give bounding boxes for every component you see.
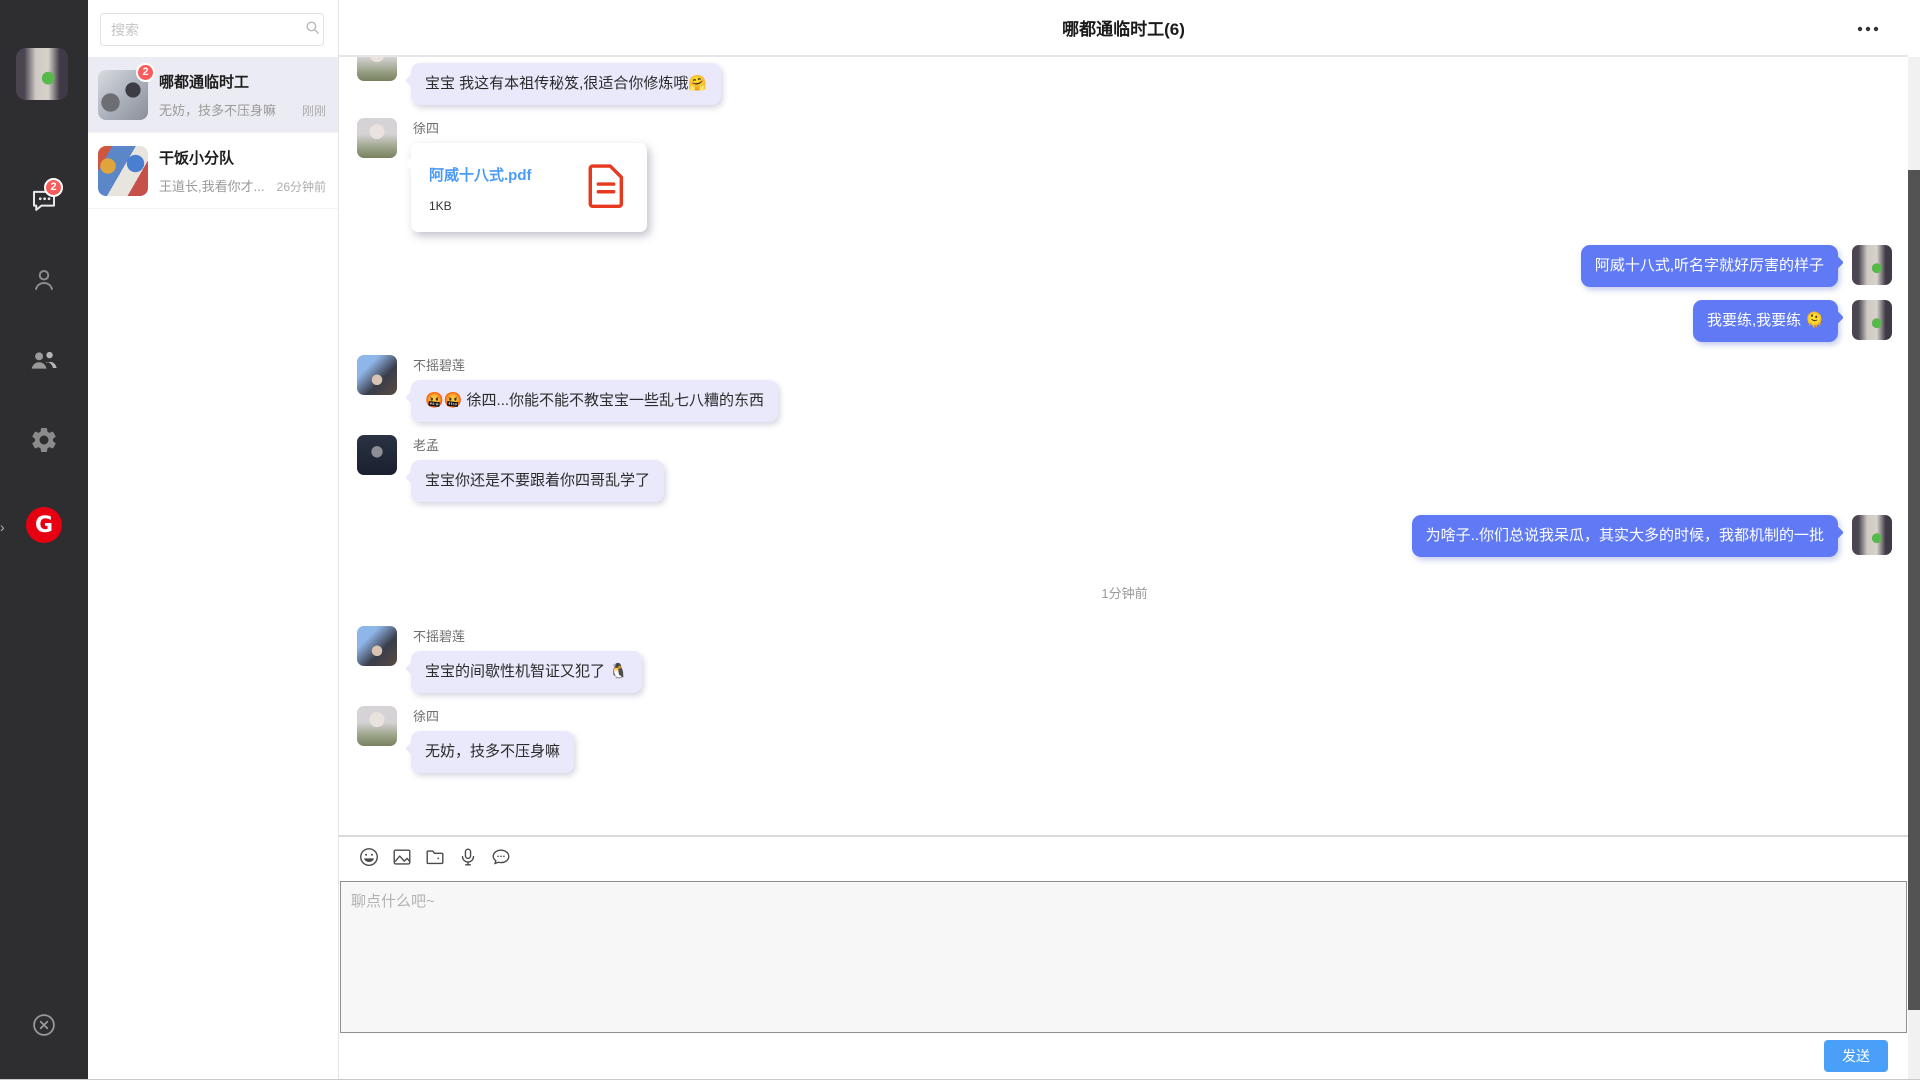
message-sender-name: 徐四 (413, 118, 647, 137)
chat-list-panel: 2 哪都通临时工 无妨，技多不压身嘛 刚刚 干饭小分队 王道长,我看你才... … (88, 0, 338, 1079)
chat-unread-badge: 2 (44, 178, 63, 197)
message-sender-name: 不摇碧莲 (413, 355, 778, 374)
scrollbar-track (1908, 57, 1920, 1079)
chat-list-item[interactable]: 干饭小分队 王道长,我看你才... 26分钟前 (88, 133, 338, 209)
person-icon (29, 265, 59, 295)
message-avatar[interactable] (357, 706, 397, 746)
composer (340, 881, 1907, 1033)
chat-meta: 干饭小分队 王道长,我看你才... 26分钟前 (159, 147, 326, 195)
conversation-title: 哪都通临时工(6) (1062, 15, 1185, 40)
settings-nav-button[interactable] (27, 423, 61, 457)
message-avatar[interactable] (357, 57, 397, 81)
message-bubble: 无妨，技多不压身嘛 (411, 731, 574, 773)
chat-meta: 哪都通临时工 无妨，技多不压身嘛 刚刚 (159, 71, 326, 119)
message-avatar[interactable] (357, 435, 397, 475)
message-sender-name: 老孟 (413, 435, 664, 454)
chat-last-message: 无妨，技多不压身嘛 (159, 100, 296, 119)
emoji-button[interactable] (356, 846, 382, 872)
scrollbar-thumb[interactable] (1908, 170, 1920, 1010)
group-avatar (98, 146, 148, 196)
chat-last-message: 王道长,我看你才... (159, 176, 271, 195)
nav-sidebar: 2 (0, 0, 88, 1079)
message-bubble: 我要练,我要练 🫠 (1693, 300, 1838, 342)
message-bubble: 宝宝的间歇性机智证又犯了 🐧 (411, 651, 642, 693)
file-name: 阿威十八式.pdf (429, 164, 567, 185)
send-file-button[interactable] (422, 846, 448, 872)
chat-time: 刚刚 (302, 102, 326, 119)
send-image-button[interactable] (389, 846, 415, 872)
message-bubble: 为啥子..你们总说我呆瓜，其实大多的时候，我都机制的一批 (1412, 515, 1838, 557)
search-input[interactable] (101, 22, 302, 38)
message-sender-name: 徐四 (413, 706, 574, 725)
ellipsis-icon (1857, 19, 1879, 37)
chat-list-item[interactable]: 2 哪都通临时工 无妨，技多不压身嘛 刚刚 (88, 57, 338, 133)
app-logo-g[interactable]: G (26, 507, 62, 543)
message-avatar[interactable] (357, 118, 397, 158)
message-input[interactable] (340, 881, 1907, 1033)
groups-nav-button[interactable] (27, 343, 61, 377)
search-row (88, 0, 338, 57)
conversation-header: 哪都通临时工(6) (339, 0, 1908, 57)
message-bubble: 宝宝你还是不要跟着你四哥乱学了 (411, 460, 664, 502)
gear-icon (29, 425, 59, 455)
message-bubble: 🤬🤬 徐四...你能不能不教宝宝一些乱七八糟的东西 (411, 380, 778, 422)
send-button[interactable]: 发送 (1824, 1040, 1888, 1072)
message-avatar[interactable] (1852, 515, 1892, 555)
message-bubble: 阿威十八式,听名字就好厉害的样子 (1581, 245, 1838, 287)
app-window: 2 (0, 0, 1920, 1080)
message-avatar[interactable] (1852, 245, 1892, 285)
close-circle-icon (30, 1011, 58, 1039)
contacts-nav-button[interactable] (27, 263, 61, 297)
user-avatar[interactable] (16, 48, 68, 100)
message-sender-name: 不摇碧莲 (413, 626, 642, 645)
message-avatar[interactable] (357, 626, 397, 666)
time-divider: 1分钟前 (357, 583, 1892, 602)
folder-icon (424, 846, 446, 873)
message-avatar[interactable] (1852, 300, 1892, 340)
search-button[interactable] (302, 14, 323, 45)
group-icon (28, 345, 60, 375)
smiley-icon (358, 846, 380, 873)
more-menu-button[interactable] (1854, 18, 1882, 38)
message-bubble: 宝宝 我这有本祖传秘笈,很适合你修炼哦🤗 (411, 63, 721, 105)
chat-history-button[interactable] (488, 846, 514, 872)
conversation-panel: 哪都通临时工(6) 宝宝 我这有本祖传秘笈,很适合你修炼哦🤗 徐四 (338, 0, 1920, 1079)
chat-title: 干饭小分队 (159, 147, 326, 168)
file-size: 1KB (429, 199, 567, 213)
voice-button[interactable] (455, 846, 481, 872)
composer-toolbar (339, 837, 1908, 881)
image-icon (391, 846, 413, 873)
chat-time: 26分钟前 (277, 178, 326, 195)
chat-title: 哪都通临时工 (159, 71, 326, 92)
group-avatar: 2 (98, 70, 148, 120)
message-scroll-area: 宝宝 我这有本祖传秘笈,很适合你修炼哦🤗 徐四 阿威十八式.pdf 1KB (339, 57, 1908, 835)
message-avatar[interactable] (357, 355, 397, 395)
file-message-card[interactable]: 阿威十八式.pdf 1KB (411, 143, 647, 232)
chat-list: 2 哪都通临时工 无妨，技多不压身嘛 刚刚 干饭小分队 王道长,我看你才... … (88, 57, 338, 209)
message-bubble-icon (490, 846, 512, 873)
unread-badge: 2 (136, 63, 155, 82)
composer-footer: 发送 (339, 1033, 1908, 1079)
microphone-icon (457, 846, 479, 873)
pdf-file-icon (583, 161, 629, 216)
search-box (100, 13, 324, 46)
drawer-handle-chevron-icon[interactable]: › (0, 520, 5, 534)
search-icon (304, 19, 321, 41)
close-button[interactable] (27, 1008, 61, 1042)
